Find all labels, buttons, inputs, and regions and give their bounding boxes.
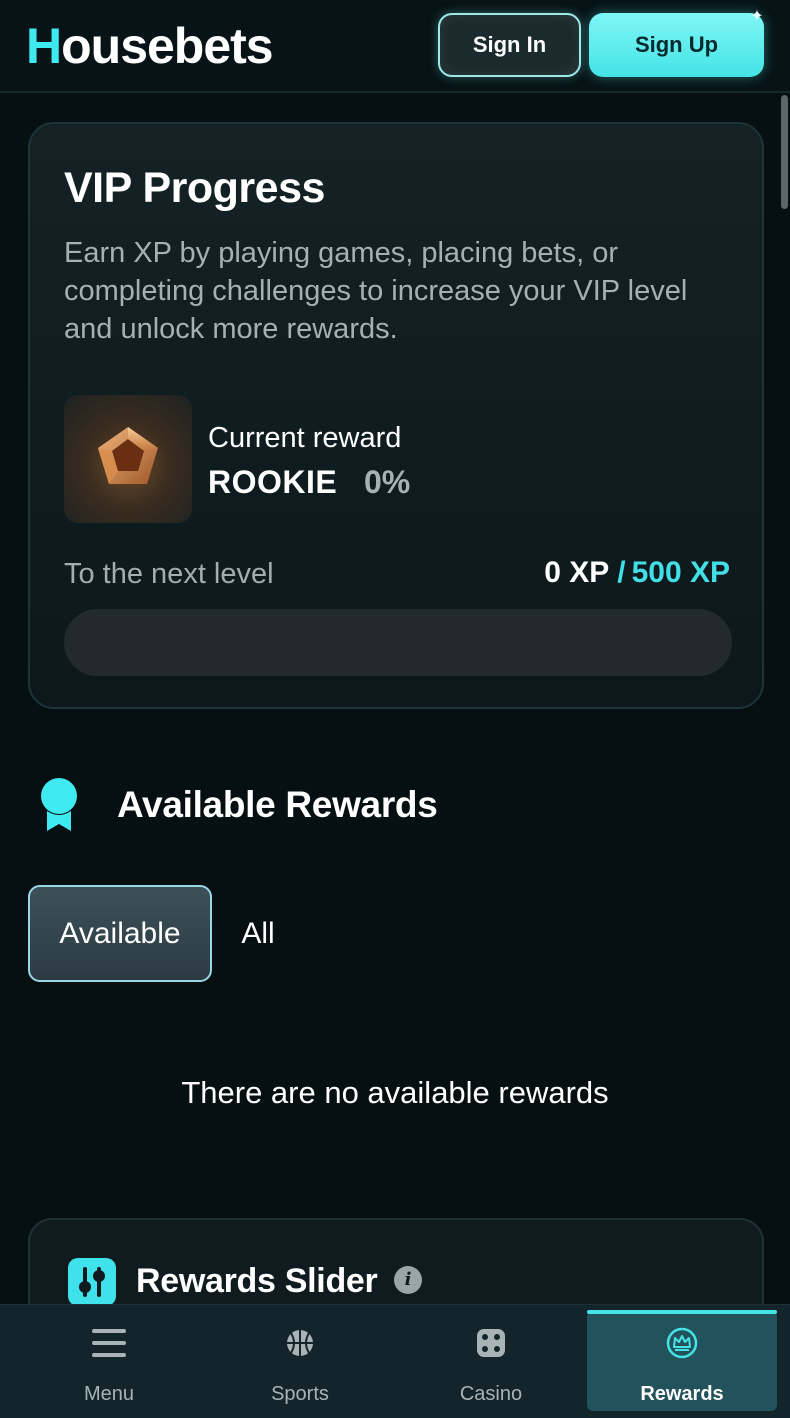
current-level-percent: 0% (364, 464, 411, 500)
current-level-name: ROOKIE (208, 464, 338, 500)
nav-label-sports: Sports (271, 1383, 329, 1405)
sliders-icon (68, 1258, 116, 1306)
nav-item-menu[interactable]: Menu (14, 1305, 204, 1418)
tab-all[interactable]: All (226, 885, 290, 982)
xp-readout: 0 XP/500 XP (544, 556, 730, 590)
ribbon-award-icon (41, 778, 77, 831)
vip-progress-title: VIP Progress (64, 164, 325, 212)
available-rewards-title: Available Rewards (117, 784, 438, 825)
bottom-navigation: Menu Sports Casino Rewards (0, 1304, 790, 1418)
sign-up-button[interactable]: Sign Up (589, 13, 764, 77)
scrollbar-thumb[interactable] (781, 95, 788, 209)
nav-label-menu: Menu (83, 1383, 135, 1405)
nav-item-rewards[interactable]: Rewards (587, 1310, 777, 1411)
crown-icon (666, 1325, 698, 1361)
vip-badge (64, 395, 192, 523)
bronze-pentagon-badge-icon (98, 427, 158, 484)
rewards-slider-title: Rewards Slider (136, 1262, 378, 1300)
basketball-icon (285, 1325, 315, 1361)
housebets-logo[interactable]: Housebets (26, 18, 274, 74)
page-scrollbar[interactable] (778, 93, 790, 1305)
next-level-label: To the next level (64, 558, 274, 590)
sparkle-icon: ✦ (750, 8, 764, 25)
xp-current: 0 XP (544, 556, 610, 589)
xp-separator: / (617, 556, 626, 589)
vip-progress-card: VIP Progress Earn XP by playing games, p… (28, 122, 764, 709)
info-icon[interactable]: i (394, 1266, 422, 1294)
dice-icon (476, 1325, 506, 1361)
nav-item-sports[interactable]: Sports (205, 1305, 395, 1418)
xp-target: 500 XP (631, 556, 730, 589)
sign-in-button[interactable]: Sign In (438, 13, 581, 77)
vip-progress-bar (64, 609, 732, 676)
hamburger-menu-icon (91, 1325, 127, 1361)
vip-progress-description: Earn XP by playing games, placing bets, … (64, 237, 688, 345)
tab-available[interactable]: Available (28, 885, 212, 982)
logo-text: ousebets (61, 18, 274, 74)
top-header: Housebets Sign In Sign Up ✦ (0, 0, 790, 93)
current-reward-label: Current reward (208, 422, 402, 454)
nav-item-casino[interactable]: Casino (396, 1305, 586, 1418)
no-rewards-message: There are no available rewards (181, 1075, 609, 1110)
nav-label-rewards: Rewards (640, 1383, 724, 1405)
nav-label-casino: Casino (459, 1383, 523, 1405)
page: Housebets Sign In Sign Up ✦ VIP Progress… (0, 0, 790, 1418)
logo-letter: H (26, 18, 62, 74)
